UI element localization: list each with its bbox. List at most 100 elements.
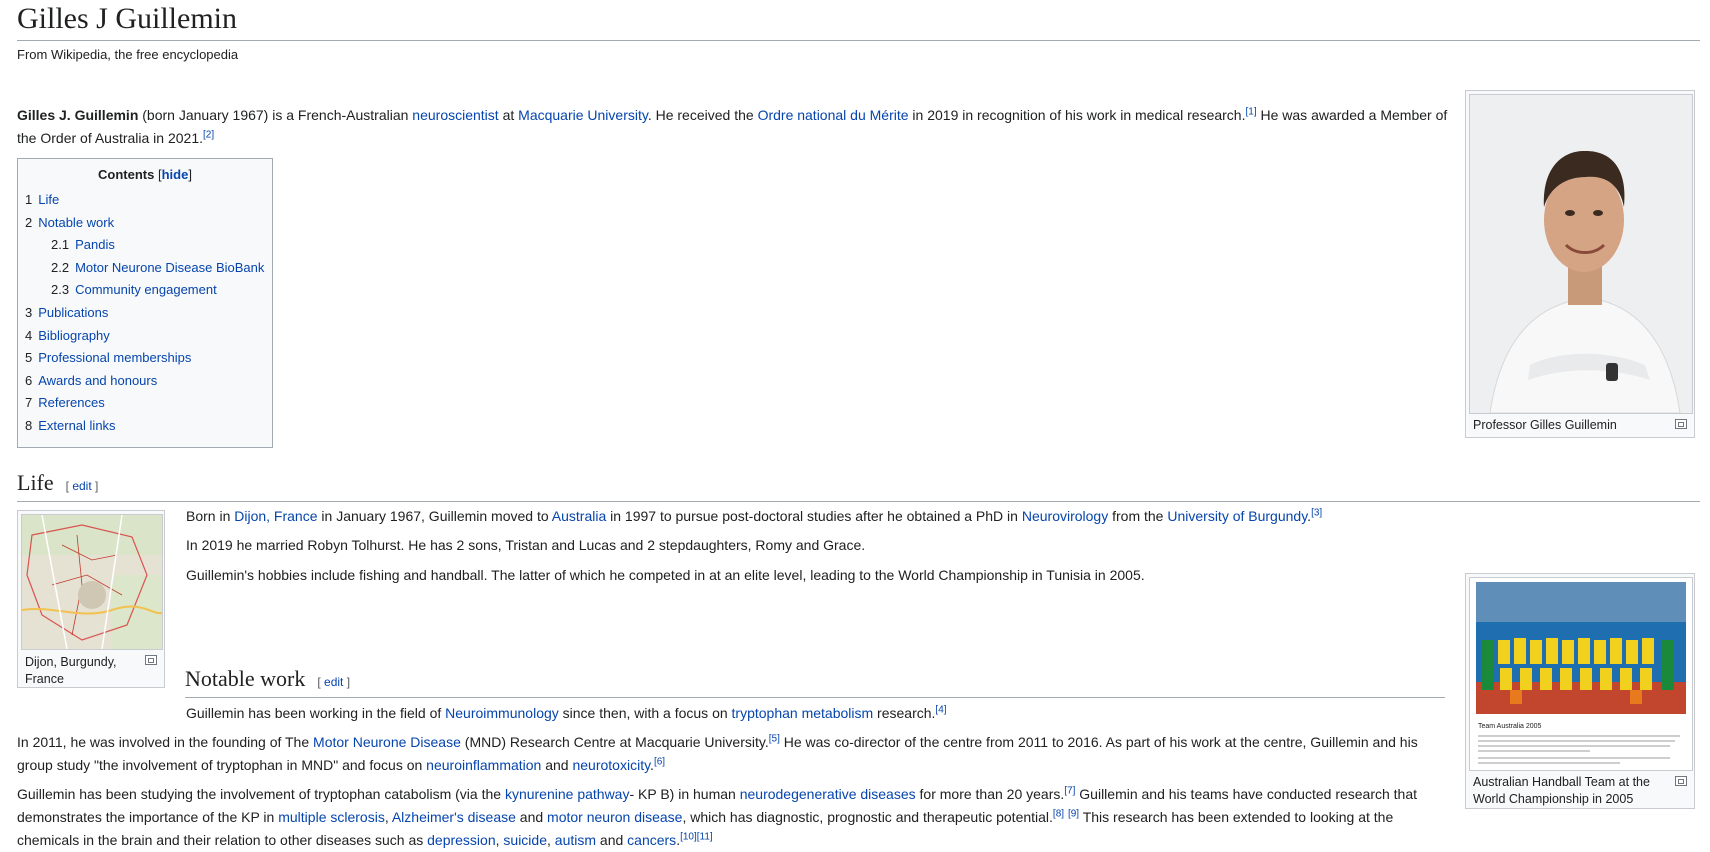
site-tagline: From Wikipedia, the free encyclopedia — [17, 47, 239, 62]
link-neuroinflammation[interactable]: neuroinflammation — [426, 757, 541, 773]
toc-item-notable-work[interactable]: 2 Notable work — [25, 212, 265, 235]
link-motor-neurone-disease[interactable]: Motor Neurone Disease — [313, 734, 461, 750]
link-multiple-sclerosis[interactable]: multiple sclerosis — [278, 809, 385, 825]
toc-list: 1 Life 2 Notable work 2.1 Pandis 2.2 Motor N… — [25, 189, 265, 438]
link-macquarie-university[interactable]: Macquarie University — [518, 107, 648, 123]
toc-link[interactable]: Professional memberships — [38, 350, 191, 365]
link-dijon[interactable]: Dijon, France — [234, 508, 317, 524]
section-heading-life: Life [ edit ] — [17, 468, 1700, 502]
enlarge-icon[interactable] — [145, 655, 157, 665]
edit-link-life[interactable]: edit — [72, 479, 91, 493]
toc-item-professional-memberships[interactable]: 5 Professional memberships — [25, 347, 265, 370]
text: and — [596, 832, 628, 848]
notable-paragraph-3: Guillemin has been studying the involvem… — [17, 783, 1457, 852]
toc-number: 5 — [25, 350, 33, 366]
link-neuroimmunology[interactable]: Neuroimmunology — [445, 705, 559, 721]
text: in January 1967, Guillemin moved to — [317, 508, 552, 524]
toc-item-awards[interactable]: 6 Awards and honours — [25, 370, 265, 393]
link-neurovirology[interactable]: Neurovirology — [1022, 508, 1108, 524]
toc-link[interactable]: Awards and honours — [38, 373, 157, 388]
link-neurotoxicity[interactable]: neurotoxicity — [572, 757, 650, 773]
enlarge-icon[interactable] — [1675, 776, 1687, 786]
life-paragraph-1: Born in Dijon, France in January 1967, G… — [186, 505, 1456, 528]
toc-number: 2.3 — [51, 282, 70, 298]
subject-name: Gilles J. Guillemin — [17, 107, 139, 123]
toc-link[interactable]: Life — [38, 192, 59, 207]
toc-item-community-engagement[interactable]: 2.3 Community engagement — [25, 279, 265, 302]
toc-item-publications[interactable]: 3 Publications — [25, 302, 265, 325]
enlarge-icon[interactable] — [1675, 419, 1687, 429]
toc-item-pandis[interactable]: 2.1 Pandis — [25, 234, 265, 257]
ref-7[interactable]: [7] — [1064, 785, 1075, 796]
ref-5[interactable]: [5] — [769, 733, 780, 744]
ref-6[interactable]: [6] — [654, 756, 665, 767]
text: from the — [1108, 508, 1168, 524]
toc-link[interactable]: Community engagement — [75, 282, 217, 297]
lead-text: (born January 1967) is a French-Australi… — [138, 107, 413, 123]
toc-number: 2.2 — [51, 259, 70, 275]
toc-item-mnd-biobank[interactable]: 2.2 Motor Neurone Disease BioBank — [25, 257, 265, 280]
ref-8[interactable]: [8] — [1053, 808, 1064, 819]
toc-link[interactable]: Bibliography — [38, 328, 110, 343]
text: for more than 20 years. — [915, 786, 1065, 802]
link-australia[interactable]: Australia — [552, 508, 606, 524]
toc-item-external-links[interactable]: 8 External links — [25, 415, 265, 438]
ref-3[interactable]: [3] — [1311, 507, 1322, 518]
link-cancers[interactable]: cancers — [627, 832, 676, 848]
ref-2[interactable]: [2] — [203, 129, 214, 140]
life-paragraph-2: In 2019 he married Robyn Tolhurst. He ha… — [186, 537, 866, 553]
toc-link[interactable]: References — [38, 395, 104, 410]
notable-paragraph-2: In 2011, he was involved in the founding… — [17, 731, 1457, 777]
ref-10[interactable]: [10] — [680, 831, 697, 842]
lead-text: at — [498, 107, 519, 123]
toc-item-life[interactable]: 1 Life — [25, 189, 265, 212]
toc-heading: Contents — [98, 167, 155, 182]
link-suicide[interactable]: suicide — [503, 832, 547, 848]
toc-link[interactable]: Motor Neurone Disease BioBank — [75, 260, 264, 275]
toc-item-bibliography[interactable]: 4 Bibliography — [25, 325, 265, 348]
ref-1[interactable]: [1] — [1245, 106, 1256, 117]
text: In 2011, he was involved in the founding… — [17, 734, 314, 750]
text: in 1997 to pursue post-doctoral studies … — [606, 508, 1022, 524]
notable-paragraph-1: Guillemin has been working in the field … — [186, 702, 1456, 725]
map-image[interactable] — [21, 514, 163, 650]
text: Guillemin has been working in the field … — [186, 705, 446, 721]
team-photo-image[interactable]: Team Australia 2005 — [1469, 577, 1693, 771]
caption-text: Australian Handball Team at the World Ch… — [1473, 775, 1650, 806]
toc-link[interactable]: External links — [38, 418, 115, 433]
text: and — [515, 809, 548, 825]
map-caption: Dijon, Burgundy, France — [21, 650, 161, 690]
toc-link[interactable]: Notable work — [38, 215, 114, 230]
link-university-of-burgundy[interactable]: University of Burgundy — [1167, 508, 1307, 524]
link-tryptophan-metabolism[interactable]: tryptophan metabolism — [732, 705, 874, 721]
toc-link[interactable]: Pandis — [75, 237, 115, 252]
life-paragraph-3: Guillemin's hobbies include fishing and … — [186, 567, 1145, 583]
ref-4[interactable]: [4] — [935, 704, 946, 715]
link-neurodegenerative-diseases[interactable]: neurodegenerative diseases — [740, 786, 916, 802]
toc-number: 3 — [25, 304, 33, 320]
text: , — [547, 832, 555, 848]
text: Born in — [186, 508, 235, 524]
portrait-image[interactable] — [1469, 94, 1693, 414]
link-motor-neuron-disease[interactable]: motor neuron disease — [547, 809, 682, 825]
link-kynurenine-pathway[interactable]: kynurenine pathway — [505, 786, 630, 802]
edit-link-notable-work[interactable]: edit — [324, 675, 343, 689]
toc-title: Contents [hide] — [25, 165, 265, 185]
edit-bracket: ] — [91, 479, 99, 493]
toc-number: 8 — [25, 417, 33, 433]
toc-item-references[interactable]: 7 References — [25, 392, 265, 415]
link-alzheimers-disease[interactable]: Alzheimer's disease — [392, 809, 516, 825]
toc-hide-link[interactable]: hide — [162, 167, 189, 182]
ref-11[interactable]: [11] — [697, 831, 713, 842]
text: Guillemin has been studying the involvem… — [17, 786, 505, 802]
ref-9[interactable]: [9] — [1068, 808, 1079, 819]
link-autism[interactable]: autism — [555, 832, 596, 848]
map-thumbnail: Dijon, Burgundy, France — [17, 510, 165, 688]
link-depression[interactable]: depression — [427, 832, 496, 848]
toc-bracket: ] — [188, 167, 192, 182]
toc-link[interactable]: Publications — [38, 305, 108, 320]
link-ordre-national[interactable]: Ordre national du Mérite — [758, 107, 909, 123]
lead-text: in 2019 in recognition of his work in me… — [908, 107, 1246, 123]
toc-number: 6 — [25, 372, 33, 388]
link-neuroscientist[interactable]: neuroscientist — [412, 107, 498, 123]
